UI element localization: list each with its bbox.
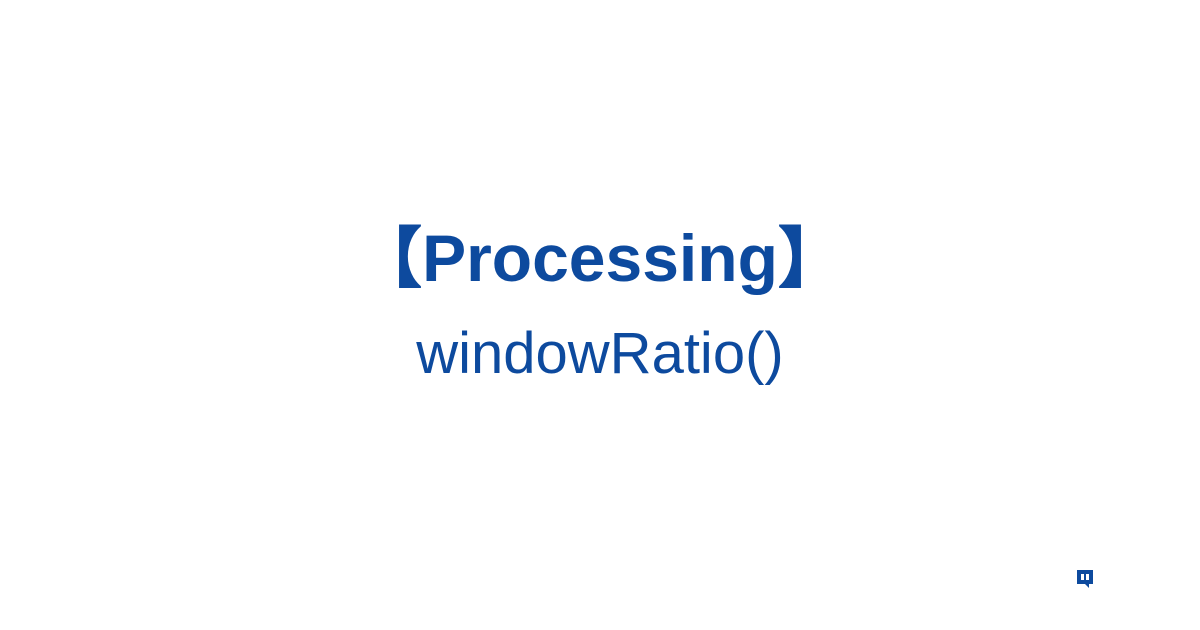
page-subtitle: windowRatio()	[356, 313, 844, 394]
page-title: 【Processing】	[356, 216, 844, 302]
brand-logo-icon	[1075, 570, 1095, 592]
main-content: 【Processing】 windowRatio()	[356, 216, 844, 395]
